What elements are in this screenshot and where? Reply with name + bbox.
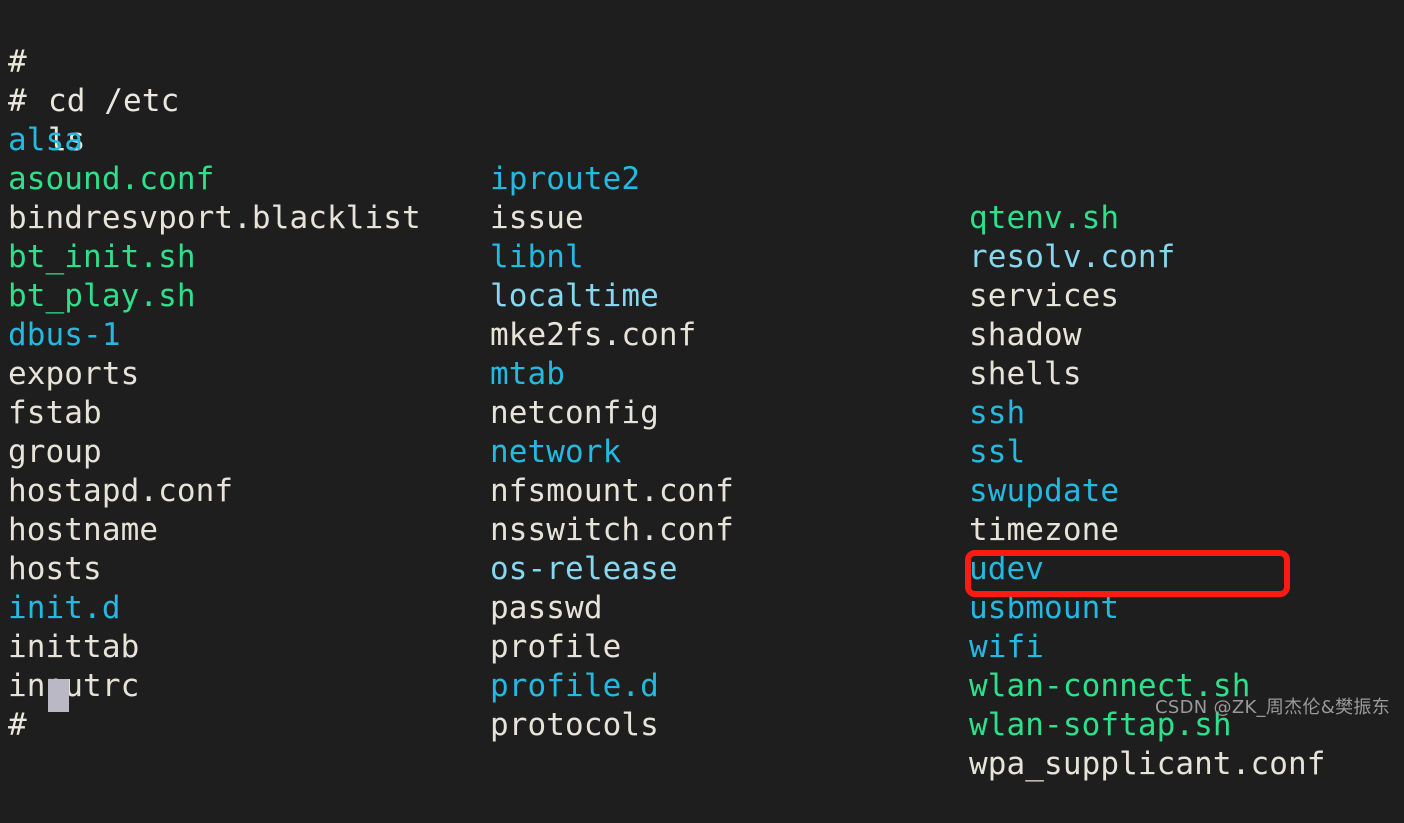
listing-row: alsa iproute2 qtenv.sh (0, 82, 1404, 236)
listing-row: bt_play.sh mke2fs.conf shells (0, 238, 1404, 392)
text-cursor (48, 679, 69, 712)
listing-row: hostapd.conf nsswitch.conf udev (0, 433, 1404, 587)
prompt-symbol-3: # (8, 707, 46, 743)
listing-row: dbus-1 mtab ssh (0, 277, 1404, 431)
file-entry-wpa-supplicant-conf[interactable]: wpa_supplicant.conf (969, 745, 1326, 784)
listing-row: bt_init.sh localtime shadow (0, 199, 1404, 353)
listing-row: exports netconfig ssl (0, 316, 1404, 470)
listing-row: bindresvport.blacklist libnl services (0, 160, 1404, 314)
listing-row: group nfsmount.conf timezone (0, 394, 1404, 548)
listing-row: asound.conf issue resolv.conf (0, 121, 1404, 275)
file-entry-protocols[interactable]: protocols (490, 706, 659, 745)
watermark-text: CSDN @ZK_周杰伦&樊振东 (1154, 697, 1390, 718)
listing-row: inputrc protocols wpa_supplicant.conf (0, 628, 1404, 782)
terminal-line-command-2: # ls (0, 43, 1404, 158)
listing-row: hosts passwd wifi (0, 511, 1404, 665)
terminal-window[interactable]: # cd /etc # ls alsa iproute2 qtenv.sh as… (0, 0, 1404, 782)
listing-row: init.d profile wlan-connect.sh (0, 550, 1404, 704)
listing-row: inittab profile.d wlan-softap.sh (0, 589, 1404, 743)
terminal-line-command-1: # cd /etc (0, 4, 1404, 119)
listing-row: fstab network swupdate (0, 355, 1404, 509)
listing-row: hostname os-release usbmount (0, 472, 1404, 626)
